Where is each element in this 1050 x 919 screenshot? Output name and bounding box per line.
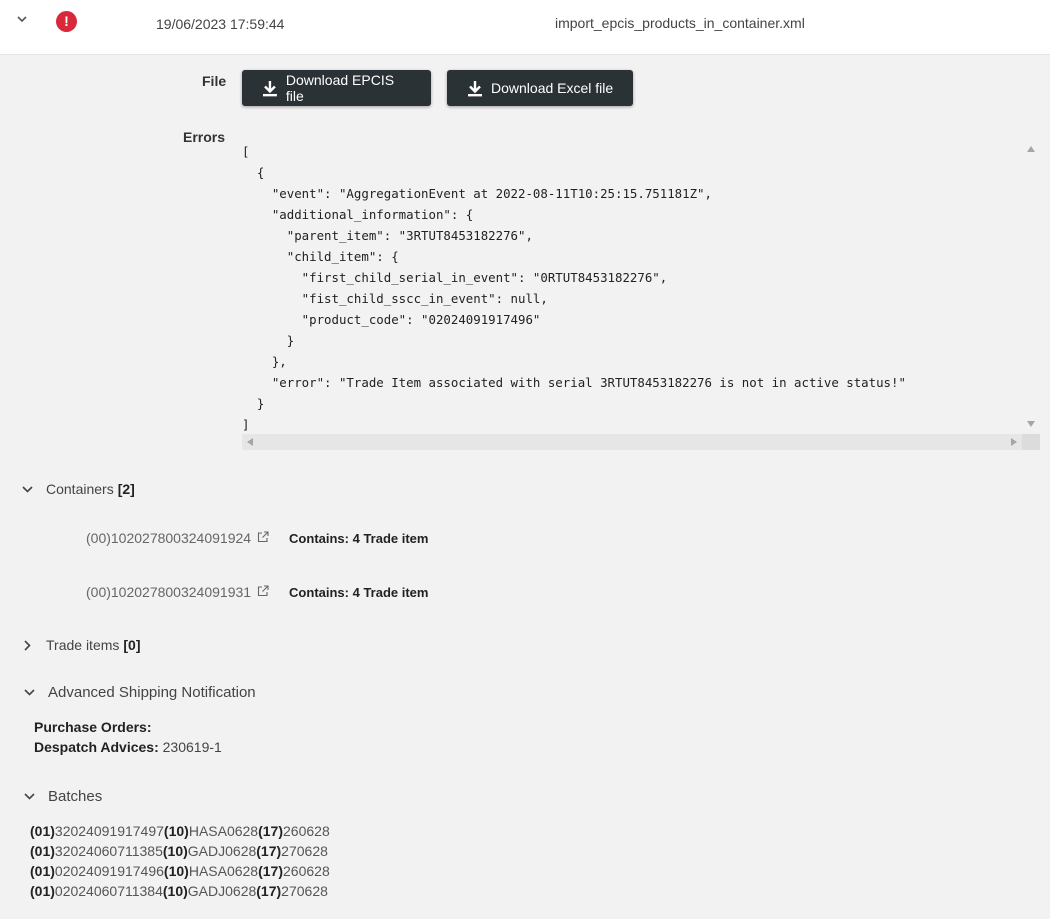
external-link-icon[interactable] <box>257 530 269 546</box>
errors-json-line: } <box>242 396 265 411</box>
file-label: File <box>202 73 227 89</box>
containers-section-header[interactable]: Containers [2] <box>20 481 135 497</box>
errors-json-line: "fist_child_sscc_in_event": null, <box>242 291 548 306</box>
errors-label: Errors <box>183 129 226 145</box>
errors-json-line: "product_code": "02024091917496" <box>242 312 541 327</box>
batch-lot: GADJ0628 <box>187 883 257 899</box>
batch-ai-expiry: (17) <box>256 883 282 899</box>
horizontal-scrollbar[interactable] <box>242 434 1022 450</box>
asn-title: Advanced Shipping Notification <box>48 684 256 701</box>
batch-item: (01)02024091917496(10)HASA0628(17)260628 <box>30 863 330 879</box>
errors-json-line: "event": "AggregationEvent at 2022-08-11… <box>242 186 712 201</box>
asn-section-header[interactable]: Advanced Shipping Notification <box>22 684 256 701</box>
errors-code-box[interactable]: [ { "event": "AggregationEvent at 2022-0… <box>242 141 1040 450</box>
chevron-down-icon[interactable] <box>15 12 29 26</box>
chevron-down-icon <box>20 482 34 496</box>
batch-item: (01)02024060711384(10)GADJ0628(17)270628 <box>30 883 328 899</box>
container-row: (00)102027800324091931 Contains: 4 Trade… <box>86 584 428 600</box>
batch-ai-lot: (10) <box>163 863 189 879</box>
errors-json-line: "parent_item": "3RTUT8453182276", <box>242 228 533 243</box>
trade-items-section-header[interactable]: Trade items [0] <box>20 637 141 653</box>
batch-ai-expiry: (17) <box>258 823 284 839</box>
errors-json-line: { <box>242 165 265 180</box>
error-icon: ! <box>56 11 77 32</box>
download-epcis-button[interactable]: Download EPCIS file <box>242 70 431 106</box>
batch-lot: HASA0628 <box>188 823 259 839</box>
batch-ai-lot: (10) <box>163 823 189 839</box>
download-excel-button[interactable]: Download Excel file <box>447 70 633 106</box>
container-contains: Contains: 4 Trade item <box>289 530 429 546</box>
download-epcis-label: Download EPCIS file <box>285 72 395 104</box>
errors-json-line: "first_child_serial_in_event": "0RTUT845… <box>242 270 668 285</box>
batch-expiry: 260628 <box>283 823 330 839</box>
chevron-down-icon <box>22 790 36 804</box>
import-filename: import_epcis_products_in_container.xml <box>555 15 805 31</box>
despatch-advices-label: Despatch Advices: <box>34 739 159 755</box>
scroll-left-arrow[interactable] <box>247 438 253 446</box>
container-contains: Contains: 4 Trade item <box>289 584 429 600</box>
batch-gtin: 32024091917497 <box>54 823 164 839</box>
despatch-advices-value: 230619-1 <box>162 739 222 755</box>
scroll-up-arrow[interactable] <box>1027 146 1035 152</box>
batch-ai-lot: (10) <box>162 843 188 859</box>
scroll-down-arrow[interactable] <box>1027 421 1035 427</box>
batch-lot: HASA0628 <box>188 863 259 879</box>
batch-gtin: 02024060711384 <box>54 883 163 899</box>
batch-ai-lot: (10) <box>162 883 188 899</box>
errors-json-line: "child_item": { <box>242 249 399 264</box>
batch-item: (01)32024091917497(10)HASA0628(17)260628 <box>30 823 330 839</box>
batch-expiry: 270628 <box>281 883 328 899</box>
batches-section-header[interactable]: Batches <box>22 788 102 805</box>
batch-expiry: 260628 <box>283 863 330 879</box>
batch-ai-expiry: (17) <box>256 843 282 859</box>
containers-count: [2] <box>117 481 135 497</box>
batch-ai-gtin: (01) <box>30 823 55 839</box>
container-row: (00)102027800324091924 Contains: 4 Trade… <box>86 530 428 546</box>
chevron-down-icon <box>22 686 36 700</box>
chevron-right-icon <box>20 638 34 652</box>
import-log-row: ! 19/06/2023 17:59:44 import_epcis_produ… <box>0 0 1050 55</box>
despatch-advices-line: Despatch Advices: 230619-1 <box>34 739 222 755</box>
external-link-icon[interactable] <box>257 584 269 600</box>
batch-ai-gtin: (01) <box>30 883 55 899</box>
containers-title: Containers <box>46 481 114 497</box>
trade-items-count: [0] <box>123 637 141 653</box>
errors-json-line: "error": "Trade Item associated with ser… <box>242 375 906 390</box>
scroll-right-arrow[interactable] <box>1011 438 1017 446</box>
container-code: (00)102027800324091924 <box>86 530 252 546</box>
errors-json: [ { "event": "AggregationEvent at 2022-0… <box>242 141 1040 435</box>
container-code: (00)102027800324091931 <box>86 584 252 600</box>
errors-json-line: [ <box>242 144 250 159</box>
purchase-orders-label: Purchase Orders: <box>34 719 152 735</box>
batch-ai-expiry: (17) <box>258 863 284 879</box>
batch-ai-gtin: (01) <box>30 863 55 879</box>
scrollbar-corner <box>1022 434 1040 450</box>
trade-items-title: Trade items <box>46 637 120 653</box>
download-icon <box>262 80 277 96</box>
download-excel-label: Download Excel file <box>491 80 614 96</box>
errors-json-line: "additional_information": { <box>242 207 474 222</box>
purchase-orders-line: Purchase Orders: <box>34 719 152 735</box>
import-date: 19/06/2023 17:59:44 <box>156 16 285 32</box>
vertical-scrollbar[interactable] <box>1022 141 1040 434</box>
download-icon <box>468 80 482 96</box>
batch-gtin: 02024091917496 <box>54 863 164 879</box>
batches-title: Batches <box>48 788 103 805</box>
batch-gtin: 32024060711385 <box>54 843 163 859</box>
errors-json-line: }, <box>242 354 287 369</box>
errors-json-line: ] <box>242 417 250 432</box>
batch-lot: GADJ0628 <box>187 843 257 859</box>
batch-ai-gtin: (01) <box>30 843 55 859</box>
batch-expiry: 270628 <box>281 843 328 859</box>
batch-item: (01)32024060711385(10)GADJ0628(17)270628 <box>30 843 328 859</box>
errors-json-line: } <box>242 333 295 348</box>
